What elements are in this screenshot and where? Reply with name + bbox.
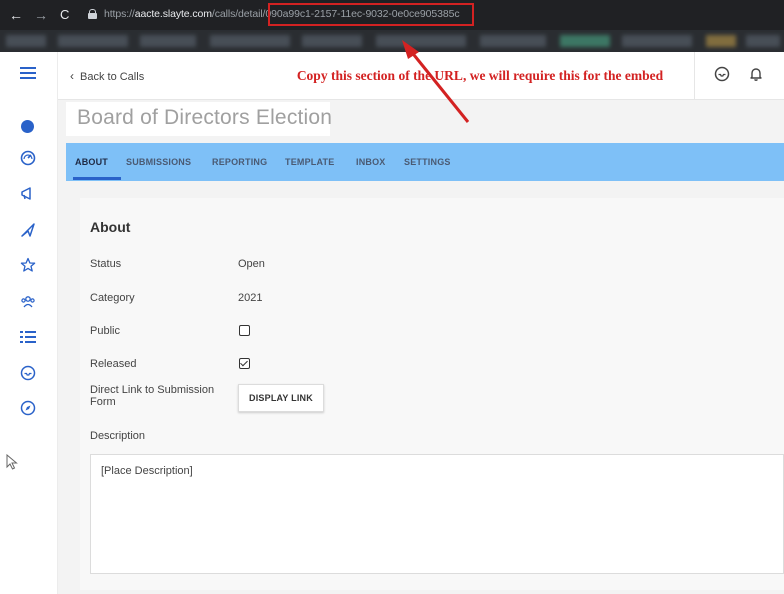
bookmark-blurred (480, 35, 546, 47)
description-label: Description (90, 430, 146, 442)
people-icon[interactable] (18, 294, 38, 314)
reload-icon[interactable]: C (60, 7, 69, 23)
public-label: Public (90, 325, 120, 337)
bookmark-blurred (6, 35, 46, 47)
url-path: /calls/detail/ (211, 8, 266, 20)
released-label: Released (90, 358, 137, 370)
tab-template[interactable]: TEMPLATE (285, 157, 334, 167)
annotation-note: Copy this section of the URL, we will re… (296, 68, 664, 83)
bookmark-blurred (622, 35, 692, 47)
page-title: Board of Directors Election (77, 106, 333, 129)
about-panel: About Status Open Category 2021 Public R… (80, 198, 784, 590)
megaphone-icon[interactable] (18, 187, 38, 207)
forward-arrow-icon[interactable]: → (34, 7, 48, 23)
back-arrow-icon[interactable]: ← (9, 7, 23, 23)
display-link-button[interactable]: DISPLAY LINK (238, 384, 324, 412)
tab-about[interactable]: ABOUT (75, 157, 108, 167)
tab-submissions[interactable]: SUBMISSIONS (126, 157, 191, 167)
category-value: 2021 (238, 292, 263, 304)
send-icon[interactable] (18, 222, 38, 242)
description-text: [Place Description] (101, 465, 193, 477)
dashboard-icon[interactable] (18, 150, 38, 170)
tab-settings[interactable]: SETTINGS (404, 157, 451, 167)
bookmark-blurred (376, 35, 466, 47)
left-nav-rail (0, 52, 58, 594)
bookmark-blurred (210, 35, 290, 47)
compass-icon[interactable] (18, 400, 38, 420)
tab-bar: ABOUT SUBMISSIONS REPORTING TEMPLATE INB… (66, 143, 784, 181)
inbox-icon[interactable] (713, 66, 731, 84)
back-link-label: Back to Calls (80, 71, 145, 83)
title-row: Board of Directors Election (58, 100, 784, 143)
status-label: Status (90, 258, 122, 270)
bookmark-blurred (706, 35, 736, 47)
inbox-icon[interactable] (18, 365, 38, 385)
back-to-calls-link[interactable]: ‹ Back to Calls (70, 69, 144, 83)
direct-link-label: Direct Link to Submission Form (90, 384, 215, 408)
status-value: Open (238, 258, 265, 270)
menu-icon[interactable] (18, 66, 38, 86)
bookmarks-bar (0, 30, 784, 52)
bookmark-blurred (746, 35, 780, 47)
about-heading: About (90, 219, 131, 235)
category-label: Category (90, 292, 135, 304)
top-bar-actions (694, 52, 784, 100)
url-prefix: https:// (104, 8, 135, 20)
bookmark-blurred (560, 35, 610, 47)
mouse-cursor-icon (6, 453, 20, 470)
bookmark-blurred (140, 35, 196, 47)
lock-icon (88, 9, 97, 19)
list-icon[interactable] (18, 330, 38, 350)
url-highlight-box (268, 3, 474, 26)
url-host: aacte.slayte.com (134, 8, 212, 20)
bookmark-blurred (58, 35, 128, 47)
chevron-left-icon: ‹ (70, 69, 74, 83)
bell-icon[interactable] (747, 66, 765, 84)
main-content: ‹ Back to Calls Board of Directors Electi… (58, 52, 784, 594)
released-checkbox[interactable] (239, 358, 250, 369)
description-box[interactable]: [Place Description] (90, 454, 784, 574)
tab-reporting[interactable]: REPORTING (212, 157, 267, 167)
active-tab-indicator (73, 177, 121, 180)
bookmark-blurred (302, 35, 362, 47)
public-checkbox[interactable] (239, 325, 250, 336)
tab-inbox[interactable]: INBOX (356, 157, 386, 167)
dot-icon[interactable] (21, 120, 34, 133)
star-icon[interactable] (18, 257, 38, 277)
